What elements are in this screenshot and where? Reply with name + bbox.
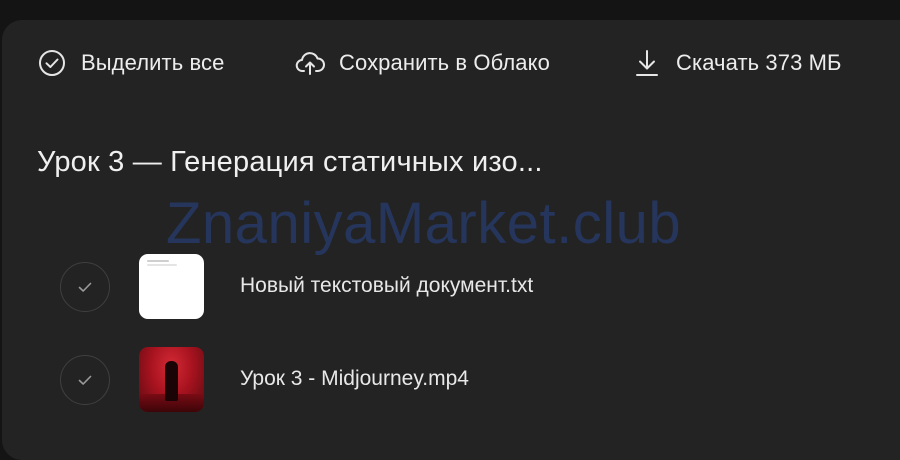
video-thumbnail xyxy=(139,347,204,412)
download-icon xyxy=(632,48,662,78)
save-to-cloud-button[interactable]: Сохранить в Облако xyxy=(295,44,550,82)
save-to-cloud-label: Сохранить в Облако xyxy=(339,50,550,75)
select-all-button[interactable]: Выделить все xyxy=(37,44,224,82)
check-icon xyxy=(78,282,92,292)
file-name: Урок 3 - Midjourney.mp4 xyxy=(240,367,469,390)
file-name: Новый текстовый документ.txt xyxy=(240,274,534,297)
folder-title: Урок 3 — Генерация статичных изо... xyxy=(37,146,543,178)
file-row-video[interactable]: Урок 3 - Midjourney.mp4 xyxy=(0,345,900,415)
cloud-upload-icon xyxy=(295,48,325,78)
select-all-label: Выделить все xyxy=(81,50,225,75)
toolbar: Выделить все Сохранить в Облако Скачать … xyxy=(0,44,900,82)
file-row-text-document[interactable]: Новый текстовый документ.txt xyxy=(0,252,900,322)
check-circle-icon xyxy=(37,48,67,78)
download-button[interactable]: Скачать 373 МБ xyxy=(632,44,842,82)
text-document-thumbnail xyxy=(139,254,204,319)
file-checkbox[interactable] xyxy=(60,262,110,312)
file-checkbox[interactable] xyxy=(60,355,110,405)
check-icon xyxy=(78,375,92,385)
download-label: Скачать 373 МБ xyxy=(676,50,842,75)
